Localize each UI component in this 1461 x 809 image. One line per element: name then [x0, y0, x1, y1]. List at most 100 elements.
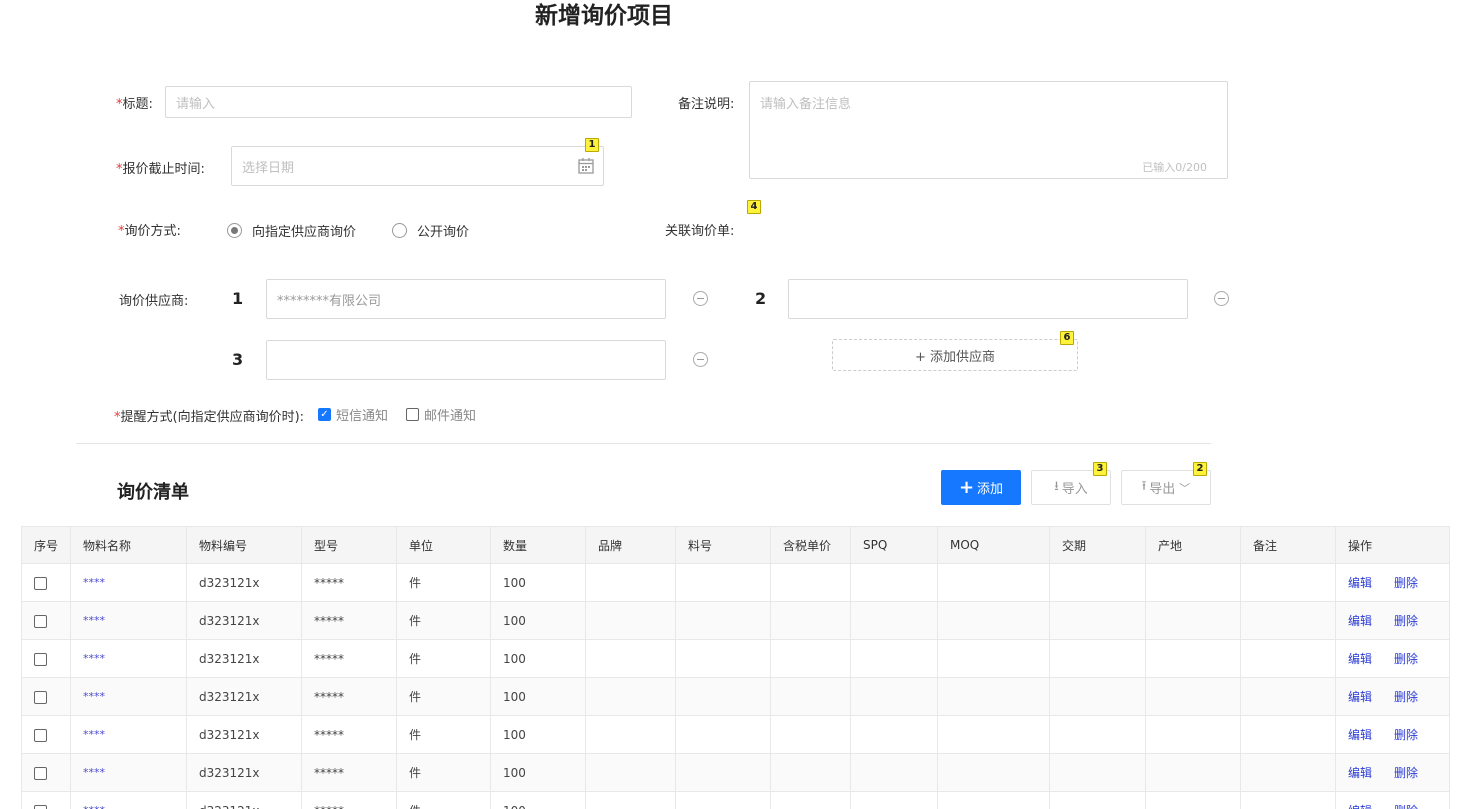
supplier-input-3[interactable] — [266, 340, 666, 380]
select-cell — [21, 715, 71, 754]
annotation-badge-6: 6 — [1060, 331, 1074, 345]
deadline-label: *报价截止时间: — [116, 162, 205, 177]
row-checkbox[interactable] — [34, 804, 47, 809]
add-item-button[interactable]: + 添加 — [941, 470, 1021, 505]
material-code-cell: d323121x — [186, 639, 302, 678]
inquiry-table: 序号 物料名称 物料编号 型号 单位 数量 品牌 料号 含税单价 SPQ MOQ 交期 产地 备注 操作 *… — [21, 526, 1450, 809]
table-row: ****d323121x*****件100 编辑 删除 — [21, 677, 1450, 716]
model-cell: ***** — [301, 563, 397, 602]
part-number-cell — [675, 639, 771, 678]
supplier-input-2[interactable] — [788, 279, 1188, 319]
material-code-cell: d323121x — [186, 753, 302, 792]
notify-sms-checkbox[interactable]: ✓ 短信通知 — [318, 405, 388, 424]
model-cell: ***** — [301, 601, 397, 640]
material-name-cell[interactable]: **** — [70, 601, 187, 640]
notify-email-checkbox[interactable]: 邮件通知 — [406, 405, 476, 424]
origin-cell — [1145, 791, 1241, 809]
supplier-index-1: 1 — [232, 289, 244, 308]
select-cell — [21, 601, 71, 640]
moq-cell — [937, 639, 1050, 678]
select-cell — [21, 791, 71, 809]
supplier-input-1[interactable]: ********有限公司 — [266, 279, 666, 319]
actions-cell: 编辑 删除 — [1335, 563, 1450, 602]
spq-cell — [850, 715, 938, 754]
lead-time-cell — [1049, 677, 1146, 716]
row-checkbox[interactable] — [34, 728, 47, 742]
moq-cell — [937, 601, 1050, 640]
unit-cell: 件 — [396, 791, 491, 809]
column-header: 序号 — [21, 526, 71, 564]
delete-link[interactable]: 删除 — [1394, 804, 1418, 809]
supplier-index-2: 2 — [755, 289, 767, 308]
unit-price-cell — [770, 753, 851, 792]
model-cell: ***** — [301, 715, 397, 754]
unit-price-cell — [770, 677, 851, 716]
brand-cell — [585, 791, 676, 809]
annotation-badge-1: 1 — [585, 138, 599, 152]
remove-supplier-1-icon[interactable] — [693, 291, 708, 306]
model-cell: ***** — [301, 791, 397, 809]
row-checkbox[interactable] — [34, 766, 47, 780]
delete-link[interactable]: 删除 — [1394, 576, 1418, 590]
select-cell — [21, 677, 71, 716]
model-cell: ***** — [301, 639, 397, 678]
brand-cell — [585, 563, 676, 602]
material-code-cell: d323121x — [186, 677, 302, 716]
delete-link[interactable]: 删除 — [1394, 614, 1418, 628]
moq-cell — [937, 753, 1050, 792]
column-header: 物料名称 — [70, 526, 187, 564]
remove-supplier-3-icon[interactable] — [693, 352, 708, 367]
spq-cell — [850, 563, 938, 602]
column-header: 型号 — [301, 526, 397, 564]
material-name-cell[interactable]: **** — [70, 753, 187, 792]
material-name-cell[interactable]: **** — [70, 563, 187, 602]
row-checkbox[interactable] — [34, 690, 47, 704]
unit-price-cell — [770, 791, 851, 809]
row-checkbox[interactable] — [34, 614, 47, 628]
moq-cell — [937, 677, 1050, 716]
material-name-cell[interactable]: **** — [70, 639, 187, 678]
delete-link[interactable]: 删除 — [1394, 766, 1418, 780]
row-checkbox[interactable] — [34, 576, 47, 590]
edit-link[interactable]: 编辑 — [1348, 652, 1372, 666]
edit-link[interactable]: 编辑 — [1348, 614, 1372, 628]
edit-link[interactable]: 编辑 — [1348, 576, 1372, 590]
edit-link[interactable]: 编辑 — [1348, 804, 1372, 809]
list-title: 询价清单 — [117, 482, 189, 503]
method-radio-public[interactable]: 公开询价 — [392, 221, 469, 240]
edit-link[interactable]: 编辑 — [1348, 690, 1372, 704]
notify-label: *提醒方式(向指定供应商询价时): — [114, 410, 305, 425]
title-input[interactable]: 请输入 — [165, 86, 632, 118]
material-name-cell[interactable]: **** — [70, 791, 187, 809]
origin-cell — [1145, 753, 1241, 792]
remark-cell — [1240, 601, 1336, 640]
delete-link[interactable]: 删除 — [1394, 652, 1418, 666]
material-code-cell: d323121x — [186, 601, 302, 640]
remark-textarea[interactable]: 请输入备注信息 已输入0/200 — [749, 81, 1228, 179]
row-checkbox[interactable] — [34, 652, 47, 666]
delete-link[interactable]: 删除 — [1394, 690, 1418, 704]
remove-supplier-2-icon[interactable] — [1214, 291, 1229, 306]
unit-price-cell — [770, 639, 851, 678]
moq-cell — [937, 715, 1050, 754]
lead-time-cell — [1049, 563, 1146, 602]
part-number-cell — [675, 677, 771, 716]
material-name-cell[interactable]: **** — [70, 715, 187, 754]
column-header: SPQ — [850, 526, 938, 564]
edit-link[interactable]: 编辑 — [1348, 728, 1372, 742]
lead-time-cell — [1049, 601, 1146, 640]
deadline-date-picker[interactable]: 选择日期 — [231, 146, 604, 186]
table-row: ****d323121x*****件100 编辑 删除 — [21, 791, 1450, 809]
actions-cell: 编辑 删除 — [1335, 601, 1450, 640]
delete-link[interactable]: 删除 — [1394, 728, 1418, 742]
brand-cell — [585, 715, 676, 754]
method-radio-designated[interactable]: 向指定供应商询价 — [227, 221, 356, 240]
lead-time-cell — [1049, 715, 1146, 754]
spq-cell — [850, 639, 938, 678]
add-supplier-button[interactable]: + 添加供应商 — [832, 339, 1078, 371]
edit-link[interactable]: 编辑 — [1348, 766, 1372, 780]
column-header: 产地 — [1145, 526, 1241, 564]
origin-cell — [1145, 639, 1241, 678]
radio-unselected-icon — [392, 223, 407, 238]
material-name-cell[interactable]: **** — [70, 677, 187, 716]
